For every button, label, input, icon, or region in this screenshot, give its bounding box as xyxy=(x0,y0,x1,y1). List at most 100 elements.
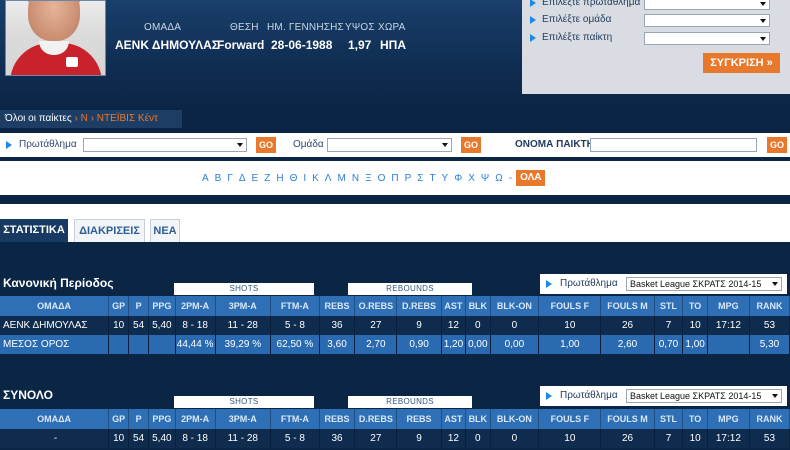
letter-link[interactable]: Δ xyxy=(239,173,246,184)
tab-statistics[interactable]: ΣΤΑΤΙΣΤΙΚΑ xyxy=(0,219,68,242)
table-row: -10 54 5,40 8 - 18 11 - 28 5 - 8 36 27 9 12 0 0 10 26… xyxy=(0,429,790,448)
table-cell: 5,40 xyxy=(148,316,176,335)
regular-season-table: ΟΜΑΔΑ GP P PPG 2PM-A 3PM-A FTM-A REBS O.REBS D.RE… xyxy=(0,296,790,354)
table-cell xyxy=(707,335,750,354)
table-cell: 2,60 xyxy=(600,335,655,354)
country-label: ΧΩΡΑ xyxy=(378,22,406,33)
total-table: ΟΜΑΔΑ GP P PPG 2PM-A 3PM-A FTM-A REBS D.REBS REBS… xyxy=(0,409,790,448)
table-cell xyxy=(148,335,176,354)
letter-link[interactable]: Φ xyxy=(454,173,462,184)
compare-team-row: Επιλέξτε ομάδα xyxy=(530,14,780,27)
letter-link[interactable]: Λ xyxy=(325,173,332,184)
table-cell: 0 xyxy=(465,429,491,448)
tab-bar: ΣΤΑΤΙΣΤΙΚΑ ΔΙΑΚΡΙΣΕΙΣ ΝΕΑ xyxy=(0,204,790,242)
team-go-button[interactable]: GO xyxy=(461,137,481,153)
player-name-go-button[interactable]: GO xyxy=(767,137,787,153)
table-cell: 5,40 xyxy=(148,429,176,448)
all-letters-button[interactable]: ΟΛΑ xyxy=(516,170,546,186)
regular-season-title: Κανονική Περίοδος xyxy=(3,276,114,290)
table-cell: 53 xyxy=(749,429,790,448)
letter-link[interactable]: Ι xyxy=(303,173,306,184)
regular-championship-label: Πρωτάθλημα xyxy=(560,278,618,289)
column-header: RANK xyxy=(749,409,790,429)
column-header: O.REBS xyxy=(354,296,398,316)
letter-link[interactable]: Σ xyxy=(417,173,423,184)
height-label: ΥΨΟΣ xyxy=(345,22,375,33)
filter-bar: Πρωτάθλημα GO Ομάδα GO ΟΝΟΜΑ ΠΑΙΚΤΗ GO xyxy=(0,133,790,157)
country-value: ΗΠΑ xyxy=(380,38,406,52)
letter-link[interactable]: Η xyxy=(276,173,283,184)
arrow-right-icon xyxy=(546,280,552,288)
column-header: FOULS F xyxy=(538,409,602,429)
letter-link[interactable]: Α xyxy=(202,173,209,184)
compare-team-select[interactable] xyxy=(644,14,770,27)
table-cell: 0 xyxy=(465,316,491,335)
letter-link[interactable]: Υ xyxy=(442,173,449,184)
player-name-input[interactable] xyxy=(590,138,757,152)
letter-link[interactable]: Θ xyxy=(290,173,298,184)
arrow-right-icon xyxy=(530,0,536,7)
column-header: P xyxy=(128,409,150,429)
compare-player-select[interactable] xyxy=(644,32,770,45)
letter-link[interactable]: Ν xyxy=(352,173,359,184)
table-cell: 17:12 xyxy=(707,316,750,335)
total-title: ΣΥΝΟΛΟ xyxy=(3,388,53,402)
letter-link[interactable]: Ρ xyxy=(405,173,412,184)
letter-link[interactable]: Ο xyxy=(378,173,386,184)
height-value: 1,97 xyxy=(348,38,372,52)
table-cell: 0,90 xyxy=(396,335,442,354)
column-header: P xyxy=(128,296,150,316)
table-cell xyxy=(128,335,150,354)
table-cell: 8 - 18 xyxy=(175,316,216,335)
letter-link[interactable]: Π xyxy=(391,173,398,184)
alphabet-bar: Α Β Γ Δ Ε Ζ Η Θ Ι Κ Λ Μ Ν Ξ Ο Π Ρ Σ Τ Υ Φ Χ Ψ Ω - ΟΛΑ xyxy=(0,161,790,195)
tab-news[interactable]: ΝΕΑ xyxy=(150,219,180,242)
letter-link[interactable]: Γ xyxy=(227,173,233,184)
breadcrumb-current: ΝΤΕΪΒΙΣ Κέντ xyxy=(96,113,158,124)
letter-link[interactable]: Κ xyxy=(312,173,319,184)
breadcrumb: Όλοι οι παίκτες › Ν › ΝΤΕΪΒΙΣ Κέντ xyxy=(0,110,182,128)
table-cell: 26 xyxy=(600,316,655,335)
table-cell: 36 xyxy=(319,429,356,448)
letter-link[interactable]: Χ xyxy=(468,173,475,184)
chevron-down-icon xyxy=(772,394,778,398)
breadcrumb-all-players[interactable]: Όλοι οι παίκτες xyxy=(5,113,72,124)
championship-filter-select[interactable] xyxy=(83,138,247,152)
championship-go-button[interactable]: GO xyxy=(256,137,276,153)
compare-button[interactable]: ΣΥΓΚΡΙΣΗ » xyxy=(703,53,780,73)
alphabet-letters: Α Β Γ Δ Ε Ζ Η Θ Ι Κ Λ Μ Ν Ξ Ο Π Ρ Σ Τ Υ Φ Χ Ψ Ω - ΟΛΑ xyxy=(202,170,546,186)
column-header: FOULS M xyxy=(600,409,655,429)
chevron-down-icon xyxy=(760,2,766,6)
letter-link[interactable]: Β xyxy=(215,173,222,184)
table-cell: 12 xyxy=(441,316,467,335)
letter-link[interactable]: Ξ xyxy=(365,173,372,184)
compare-championship-select[interactable] xyxy=(644,0,770,10)
table-cell xyxy=(108,335,130,354)
player-photo xyxy=(5,0,106,76)
total-championship-value: Basket League ΣΚΡΑΤΣ 2014-15 xyxy=(630,391,762,401)
regular-championship-select[interactable]: Basket League ΣΚΡΑΤΣ 2014-15 xyxy=(626,277,782,291)
letter-link[interactable]: Ω xyxy=(495,173,502,184)
compare-championship-label: Επιλέξτε πρωτάθλημα xyxy=(542,0,641,8)
letter-link[interactable]: Ζ xyxy=(264,173,270,184)
column-header: STL xyxy=(654,409,684,429)
column-header: BLK xyxy=(465,296,491,316)
letter-link[interactable]: Τ xyxy=(429,173,435,184)
birthdate-label: ΗΜ. ΓΕΝΝΗΣΗΣ xyxy=(267,22,344,33)
column-header: REBS xyxy=(319,409,356,429)
total-shots-group-label: SHOTS xyxy=(174,396,314,408)
table-cell: - xyxy=(0,429,110,448)
team-filter-select[interactable] xyxy=(327,138,452,152)
table-cell: 0,70 xyxy=(654,335,684,354)
tab-awards[interactable]: ΔΙΑΚΡΙΣΕΙΣ xyxy=(74,219,145,242)
letter-link[interactable]: Μ xyxy=(337,173,345,184)
total-championship-select[interactable]: Basket League ΣΚΡΑΤΣ 2014-15 xyxy=(626,389,782,403)
breadcrumb-letter[interactable]: Ν xyxy=(81,113,88,124)
compare-championship-row: Επιλέξτε πρωτάθλημα xyxy=(530,0,780,10)
letter-link[interactable]: Ε xyxy=(252,173,259,184)
table-cell: 36 xyxy=(319,316,356,335)
table-row: ΜΕΣΟΣ ΟΡΟΣ 44,44 % 39,29 % 62,50 % 3,60 2,70 0… xyxy=(0,335,790,354)
table-cell: 27 xyxy=(354,429,398,448)
letter-link[interactable]: Ψ xyxy=(481,173,489,184)
column-header: STL xyxy=(654,296,684,316)
